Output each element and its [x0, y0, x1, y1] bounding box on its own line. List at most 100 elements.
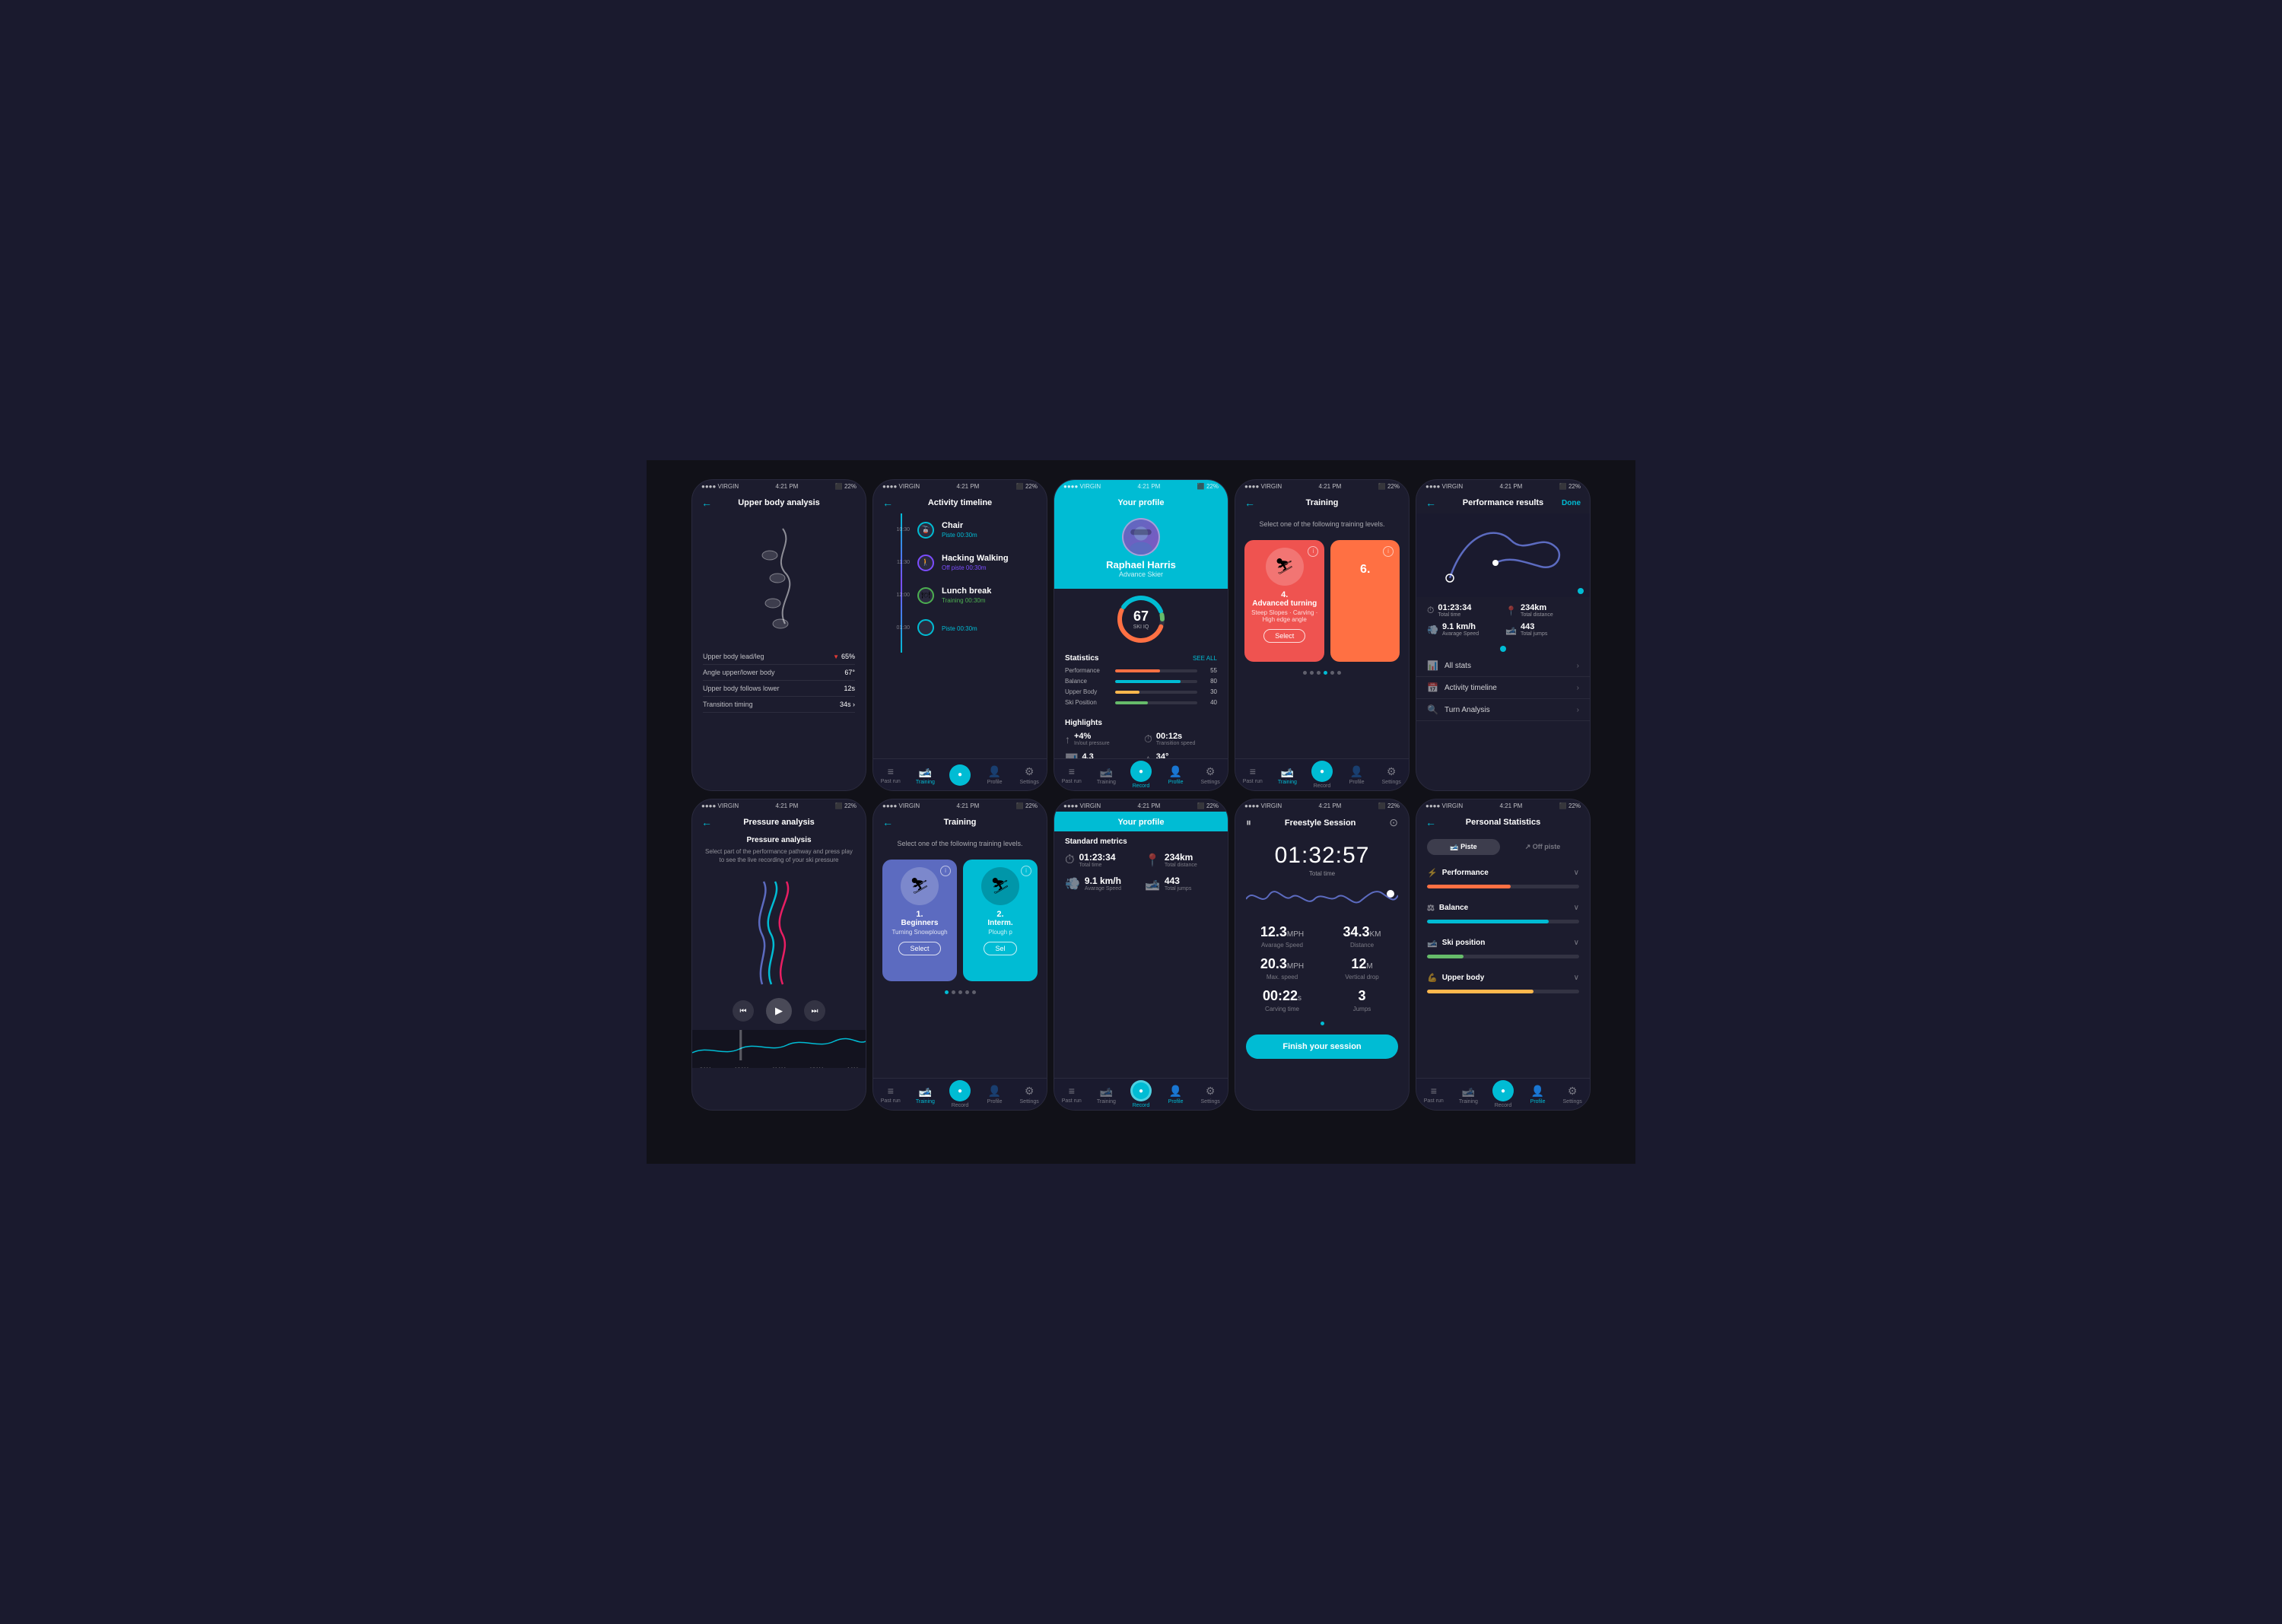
vertical-label: Vertical drop [1326, 974, 1398, 980]
nav-training-10[interactable]: 🎿 Training [1451, 1085, 1486, 1104]
nav-training-3[interactable]: 🎿 Training [1089, 765, 1124, 785]
nav-record-4[interactable]: ● Record [1305, 761, 1340, 789]
back-btn-4[interactable]: ← [1244, 497, 1255, 509]
training-card-beginners[interactable]: i ⛷ 1. Beginners Turning Snowplough Sele… [882, 860, 957, 981]
perf-list-all-stats[interactable]: 📊 All stats › [1416, 655, 1590, 677]
nav-settings-2[interactable]: ⚙ Settings [1012, 765, 1047, 785]
metric-row-1[interactable]: Upper body lead/leg ▼ 65% [703, 649, 855, 665]
record-label-3: Record [1133, 783, 1150, 789]
record-btn-7[interactable]: ● [949, 1080, 971, 1101]
nav-past-run-10[interactable]: ≡ Past run [1416, 1085, 1451, 1104]
metric-row-4[interactable]: Transition timing 34s › [703, 697, 855, 713]
past-run-label-3: Past run [1062, 779, 1082, 784]
select-btn-beginners[interactable]: Select [898, 942, 940, 955]
record-btn-4[interactable]: ● [1311, 761, 1333, 782]
balance-stat-header[interactable]: ⚖ Balance ∨ [1427, 899, 1579, 917]
info-icon-advanced[interactable]: i [1308, 546, 1318, 557]
nav-profile-3[interactable]: 👤 Profile [1158, 765, 1193, 785]
nav-record-3[interactable]: ● Record [1124, 761, 1158, 789]
back-btn-1[interactable]: ← [701, 497, 712, 509]
upperbody-bar-bg [1427, 990, 1579, 993]
back-btn-6[interactable]: ← [701, 816, 712, 828]
training-icon-3: 🎿 [1100, 765, 1113, 778]
training-card-interm[interactable]: i ⛷ 2. Interm. Plough p Sel [963, 860, 1038, 981]
nav-profile-7[interactable]: 👤 Profile [977, 1085, 1012, 1104]
nav-settings-8[interactable]: ⚙ Settings [1193, 1085, 1228, 1104]
finish-session-btn[interactable]: Finish your session [1246, 1034, 1398, 1059]
nav-settings-10[interactable]: ⚙ Settings [1555, 1085, 1590, 1104]
nav-past-run-2[interactable]: ≡ Past run [873, 765, 908, 784]
metric-val-1: ▼ 65% [833, 653, 855, 660]
pause-icon[interactable]: ⏸ [1246, 816, 1251, 829]
metric-row-3[interactable]: Upper body follows lower 12s [703, 681, 855, 697]
timeline-container: 10:30 🚡 Chair Piste 00:30m 11:30 🚶 Hacki… [873, 513, 1047, 653]
nav-settings-3[interactable]: ⚙ Settings [1193, 765, 1228, 785]
forward-btn[interactable]: ⏭ [804, 1000, 825, 1022]
nav-bar-2: ← Activity timeline [873, 492, 1047, 513]
std-icon-speed: 💨 [1065, 876, 1080, 891]
settings-circle-icon[interactable]: ⊙ [1389, 816, 1398, 829]
nav-profile-10[interactable]: 👤 Profile [1521, 1085, 1556, 1104]
back-btn-2[interactable]: ← [882, 497, 893, 509]
past-run-label-2: Past run [881, 779, 901, 784]
nav-settings-4[interactable]: ⚙ Settings [1374, 765, 1409, 785]
nav-settings-7[interactable]: ⚙ Settings [1012, 1085, 1047, 1104]
record-btn-2[interactable]: ● [949, 764, 971, 786]
nav-training-4[interactable]: 🎿 Training [1270, 765, 1305, 785]
nav-profile-2[interactable]: 👤 Profile [977, 765, 1012, 785]
perf-stat-icon: ⚡ [1427, 868, 1438, 878]
perf-list-turn[interactable]: 🔍 Turn Analysis › [1416, 699, 1590, 721]
offpiste-btn[interactable]: ↗ Off piste [1506, 839, 1579, 855]
nav-past-run-7[interactable]: ≡ Past run [873, 1085, 908, 1104]
profile-icon-3: 👤 [1169, 765, 1182, 778]
training-card-advanced[interactable]: i ⛷ 4. Advanced turning Steep Slopes · C… [1244, 540, 1324, 662]
skipos-stat-header[interactable]: 🎿 Ski position ∨ [1427, 934, 1579, 952]
nav-record-8[interactable]: ● Record [1124, 1080, 1158, 1108]
nav-training-8[interactable]: 🎿 Training [1089, 1085, 1124, 1104]
pressure-viz [692, 870, 866, 992]
piste-btn[interactable]: 🎿 Piste [1427, 839, 1500, 855]
record-btn-3[interactable]: ● [1130, 761, 1152, 782]
stats-section: Statistics SEE ALL Performance 55 Balanc… [1054, 650, 1228, 714]
see-all-btn[interactable]: SEE ALL [1193, 655, 1217, 662]
record-btn-10[interactable]: ● [1492, 1080, 1514, 1101]
nav-record-2[interactable]: ● [942, 764, 977, 786]
back-btn-7[interactable]: ← [882, 816, 893, 828]
nav-record-10[interactable]: ● Record [1486, 1080, 1521, 1108]
nav-profile-8[interactable]: 👤 Profile [1158, 1085, 1193, 1104]
upperbody-stat-header[interactable]: 💪 Upper body ∨ [1427, 969, 1579, 987]
rewind-btn[interactable]: ⏮ [733, 1000, 754, 1022]
nav-record-7[interactable]: ● Record [942, 1080, 977, 1108]
nav-training-2[interactable]: 🎿 Training [908, 765, 943, 785]
perf-stat-header[interactable]: ⚡ Performance ∨ [1427, 864, 1579, 882]
nav-profile-4[interactable]: 👤 Profile [1340, 765, 1375, 785]
carrier-7: ●●●● VIRGIN [882, 802, 920, 809]
nav-past-run-4[interactable]: ≡ Past run [1235, 765, 1270, 784]
nav-training-7[interactable]: 🎿 Training [908, 1085, 943, 1104]
perf-icon-dist: 📍 [1505, 605, 1517, 616]
card-select-advanced[interactable]: Select [1263, 629, 1305, 643]
info-icon-interm[interactable]: i [1021, 866, 1031, 876]
record-btn-8[interactable]: ● [1130, 1080, 1152, 1101]
screenshot-container: ●●●● VIRGIN 4:21 PM ⬛ 22% ← Upper body a… [647, 460, 1635, 1164]
perf-list-activity[interactable]: 📅 Activity timeline › [1416, 677, 1590, 699]
info-4: Piste 00:30m [942, 624, 977, 632]
back-btn-10[interactable]: ← [1425, 816, 1436, 828]
select-btn-interm[interactable]: Sel [984, 942, 1016, 955]
time-1-label: 10:30 [888, 527, 910, 532]
nav-past-run-8[interactable]: ≡ Past run [1054, 1085, 1089, 1104]
done-btn-5[interactable]: Done [1562, 499, 1581, 507]
carrier-2: ●●●● VIRGIN [882, 483, 920, 490]
title-3: Lunch break [942, 586, 991, 596]
dot-7-2 [952, 990, 955, 994]
nav-past-run-3[interactable]: ≡ Past run [1054, 765, 1089, 784]
back-btn-5[interactable]: ← [1425, 497, 1436, 509]
perf-stat-speed: 💨 9.1 km/h Avarage Speed [1427, 622, 1501, 637]
training-card-6[interactable]: i 6. [1330, 540, 1400, 662]
info-icon-6[interactable]: i [1383, 546, 1394, 557]
play-btn[interactable]: ▶ [766, 998, 792, 1024]
stats-header: Statistics SEE ALL [1065, 654, 1217, 663]
info-icon-beginners[interactable]: i [940, 866, 951, 876]
timeline-mini[interactable]: 9AM 10AM 11AM 12AM 1AM [692, 1030, 866, 1068]
metric-row-2[interactable]: Angle upper/lower body 67° [703, 665, 855, 681]
